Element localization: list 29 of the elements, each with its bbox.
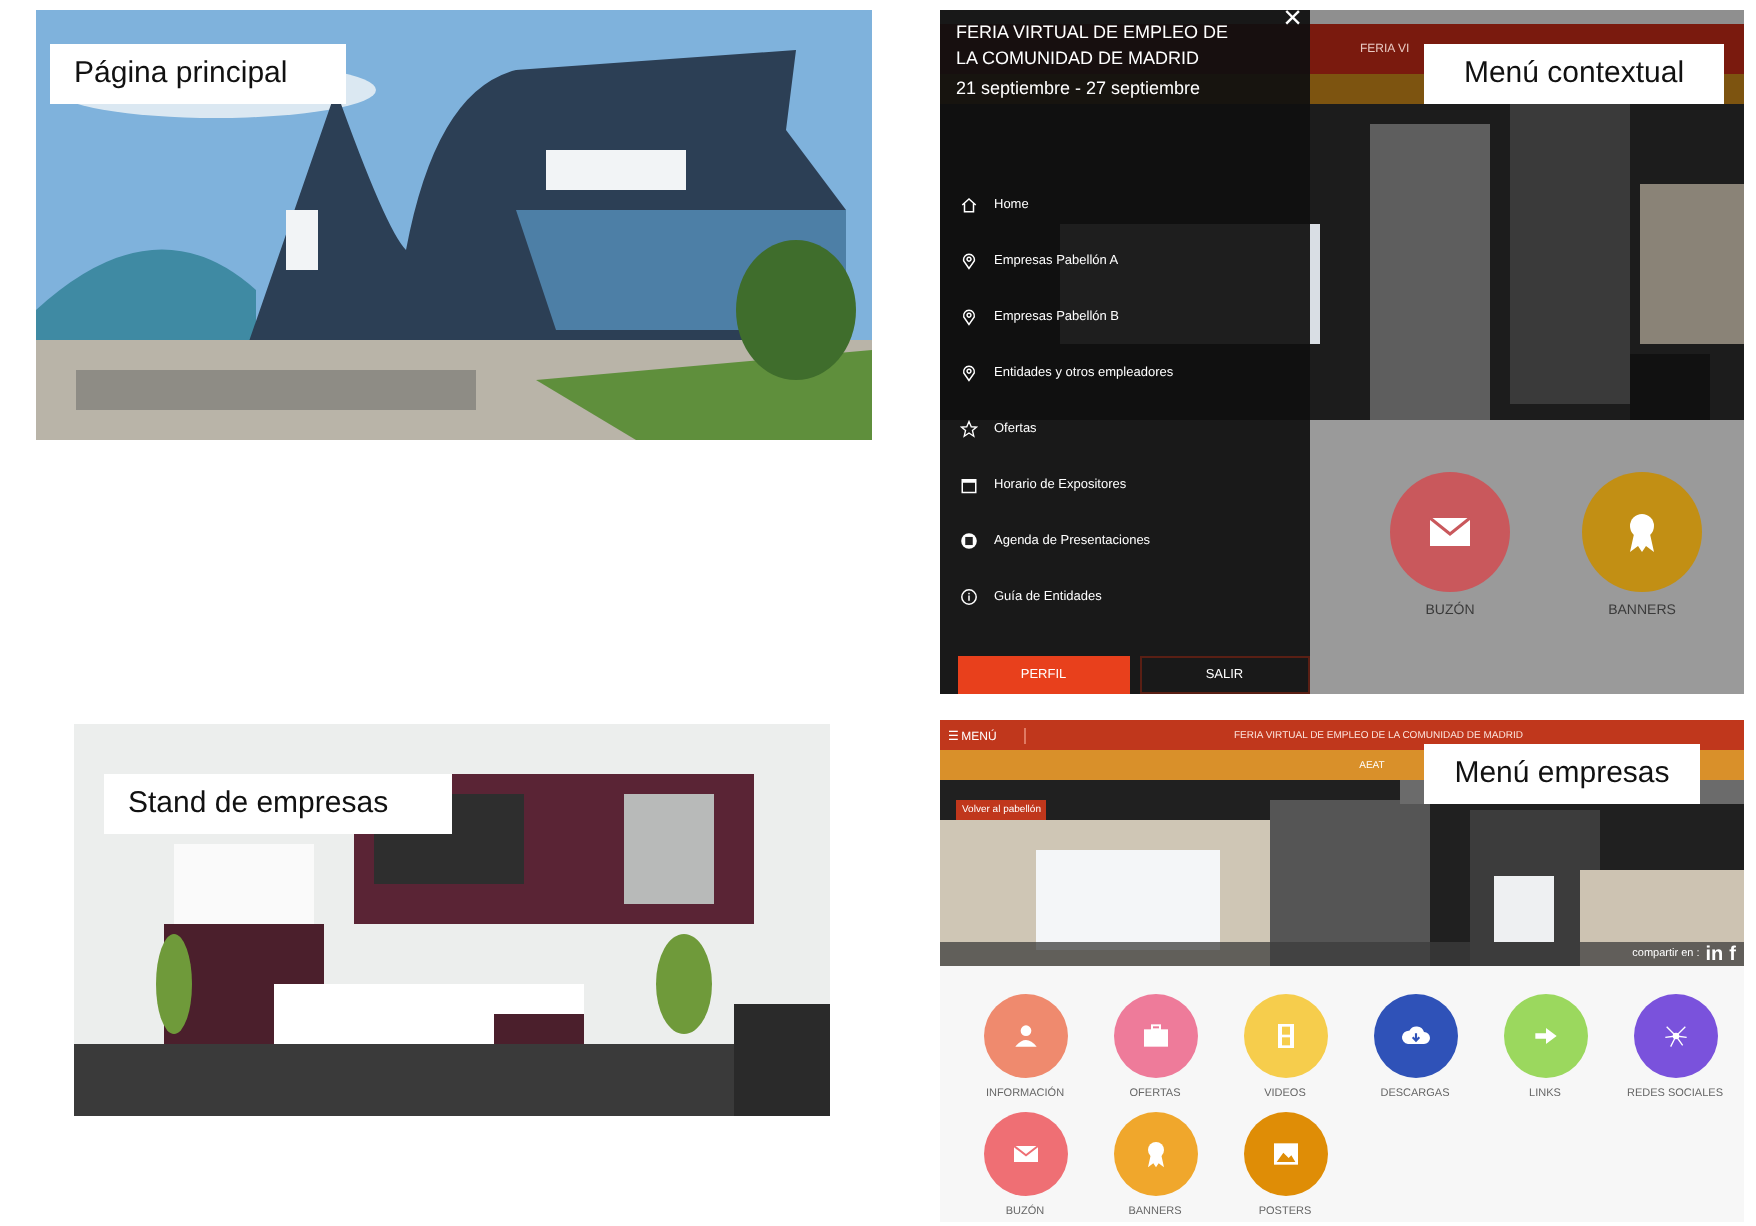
share-link[interactable]: in xyxy=(1705,943,1724,965)
caption-label: Menú empresas xyxy=(1424,744,1700,804)
info-icon xyxy=(960,587,978,605)
location-pin-icon xyxy=(960,363,978,381)
caption-label: Stand de empresas xyxy=(104,774,452,834)
star-icon xyxy=(960,419,978,437)
tile-button[interactable] xyxy=(1633,994,1717,1078)
tile-button[interactable] xyxy=(1503,994,1587,1078)
image-icon xyxy=(1269,1138,1301,1170)
tile-button[interactable] xyxy=(983,1112,1067,1196)
briefcase-icon xyxy=(1139,1020,1171,1052)
tile-button[interactable] xyxy=(983,994,1067,1078)
close-button[interactable]: × xyxy=(1283,10,1302,36)
tile-button[interactable] xyxy=(1113,1112,1197,1196)
calendar-icon xyxy=(960,475,978,493)
location-pin-icon xyxy=(960,251,978,269)
tile-button[interactable] xyxy=(1243,994,1327,1078)
share-link[interactable]: f xyxy=(1729,943,1736,965)
home-icon xyxy=(960,195,978,213)
tile-button[interactable] xyxy=(1373,994,1457,1078)
tile-button[interactable] xyxy=(1113,994,1197,1078)
user-icon xyxy=(1009,1020,1041,1052)
menu-title: FERIA VIRTUAL DE EMPLEO DE LA COMUNIDAD DE MADRID xyxy=(956,20,1231,72)
caption-label: Menú contextual xyxy=(1424,44,1724,104)
tile-button[interactable] xyxy=(1243,1112,1327,1196)
location-pin-icon xyxy=(960,307,978,325)
menu-dates: 21 septiembre - 27 septiembre xyxy=(956,78,1203,98)
caption-label: Página principal xyxy=(50,44,346,104)
agenda-icon xyxy=(960,531,978,549)
